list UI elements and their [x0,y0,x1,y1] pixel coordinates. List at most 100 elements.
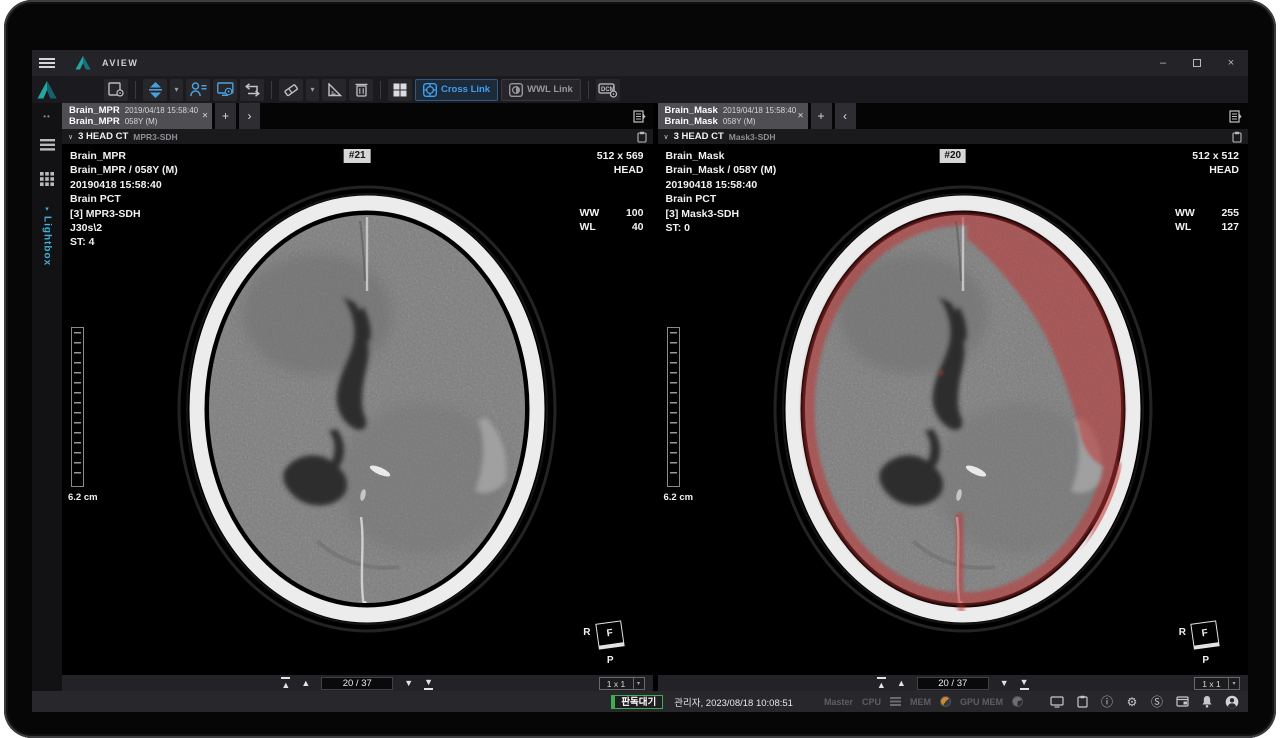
bell-icon [1201,695,1213,708]
series-header[interactable]: ∨ 3 HEAD CT MPR3-SDH [62,129,653,144]
delete-button[interactable] [349,79,373,101]
series-name-label: Mask3-SDH [729,132,776,142]
next-slice-button[interactable]: ▼ [404,678,413,688]
ct-viewport-right[interactable]: Brain_Mask Brain_Mask / 058Y (M) 2019041… [658,144,1249,674]
cpu-usage-icon [890,697,901,706]
previous-slice-button[interactable]: ▲ [897,678,906,688]
restore-button[interactable] [1180,50,1214,76]
series-panel-toggle-button[interactable] [627,103,653,129]
document-gear-icon [108,82,124,97]
slice-navbar: ▲ ▲ 20 / 37 ▼ ▼ 1 x 1 ▾ [62,674,653,691]
cross-link-button[interactable]: Cross Link [415,79,498,101]
series-count-label: 3 HEAD CT [674,131,724,142]
ct-viewport-left[interactable]: Brain_MPR Brain_MPR / 058Y (M) 20190418 … [62,144,653,674]
sort-arrows-icon [148,82,163,98]
sidebar-logo-tile[interactable] [32,76,62,103]
slice-counter-input[interactable]: 20 / 37 [917,677,989,690]
clipboard-button[interactable] [1074,695,1090,708]
list-view-button[interactable] [32,135,62,155]
chevron-down-icon: ∨ [664,133,669,141]
series-list-icon [1229,110,1242,123]
last-slice-button[interactable]: ▼ [1020,677,1029,690]
user-account-button[interactable] [1224,695,1240,709]
right-tabbar: Brain_Mask 2019/04/18 15:58:40 Brain_Mas… [658,103,1249,129]
main-menu-button[interactable] [32,50,62,76]
slice-counter-input[interactable]: 20 / 37 [321,677,393,690]
master-label: Master [824,697,853,707]
tab-close-icon[interactable]: × [202,111,208,122]
slice-number-badge: #20 [939,149,966,163]
orientation-cube: F [595,620,624,649]
user-datetime-label: 관리자, 2023/08/18 10:08:51 [674,695,793,709]
add-tab-button[interactable]: + [215,103,236,129]
tab-patient-name: Brain_MPR [69,116,120,127]
toolbar-separator [588,81,589,99]
collapse-dots-icon[interactable]: •• [43,112,51,121]
grid-view-button[interactable] [32,169,62,189]
sort-series-button[interactable] [143,79,167,101]
tab-brain-mask[interactable]: Brain_Mask 2019/04/18 15:58:40 Brain_Mas… [658,103,808,129]
sidebar-item-lightbox[interactable]: ▾ Lightbox [42,205,53,266]
eraser-dropdown-caret[interactable]: ▾ [306,79,319,101]
series-settings-button[interactable] [104,79,128,101]
measure-button[interactable] [322,79,346,101]
memory-gauge-icon [940,696,951,707]
cine-loop-button[interactable] [240,79,264,101]
slice-number-badge: #21 [344,149,371,163]
display-settings-button[interactable] [213,79,237,101]
tab-study-datetime: 2019/04/18 15:58:40 [723,105,796,116]
series-header[interactable]: ∨ 3 HEAD CT Mask3-SDH [658,129,1249,144]
eraser-button[interactable] [279,79,303,101]
status-badge: 판독대기 [611,695,663,709]
window-controls: – × [1146,50,1248,76]
wwl-link-button[interactable]: WWL Link [501,79,581,101]
close-button[interactable]: × [1214,50,1248,76]
first-slice-button[interactable]: ▲ [877,677,886,690]
gpu-mem-label: GPU MEM [960,697,1003,707]
eraser-icon [283,83,299,97]
next-slice-button[interactable]: ▼ [1000,678,1009,688]
sort-dropdown-caret[interactable]: ▾ [170,79,183,101]
ct-brain-image-masked [763,179,1163,639]
minimize-button[interactable]: – [1146,50,1180,76]
toolbar-separator [380,81,381,99]
clipboard-icon [1077,695,1088,708]
window-level-readout: WW255 WL127 [1175,206,1239,235]
previous-slice-button[interactable]: ▲ [301,678,310,688]
image-dimensions: 512 x 512 HEAD [1192,149,1239,178]
grid-layout-select[interactable]: 1 x 1 ▾ [1194,677,1240,690]
app-window: AVIEW – × •• [32,50,1248,712]
toolbar: ▾ [62,76,1248,103]
wwl-link-icon [509,83,523,97]
info-button[interactable]: ⓘ [1099,696,1115,708]
copy-icon[interactable] [1232,131,1242,143]
statusbar: 판독대기 관리자, 2023/08/18 10:08:51 Master CPU… [32,691,1248,712]
add-tab-button[interactable]: + [811,103,832,129]
list-icon [40,139,55,151]
window-layout-button[interactable] [1174,696,1190,707]
layout-button[interactable] [388,79,412,101]
dicom-tag-button[interactable]: DCM [596,79,620,101]
first-slice-button[interactable]: ▲ [281,677,290,690]
tab-brain-mpr[interactable]: Brain_MPR 2019/04/18 15:58:40 Brain_MPR … [62,103,212,129]
remote-display-button[interactable] [1049,696,1065,708]
notifications-button[interactable] [1199,695,1215,708]
tab-scroll-button[interactable]: ‹ [835,103,856,129]
cross-link-label: Cross Link [441,84,490,95]
image-metadata: Brain_Mask Brain_Mask / 058Y (M) 2019041… [666,149,777,235]
last-slice-button[interactable]: ▼ [424,677,433,690]
settings-button[interactable]: ⚙ [1124,696,1140,708]
trash-icon [355,82,368,97]
user-icon [1225,695,1239,709]
patient-info-button[interactable] [186,79,210,101]
tab-scroll-button[interactable]: › [239,103,260,129]
laptop-bezel: AVIEW – × •• [4,0,1276,738]
sync-status-button[interactable]: Ⓢ [1149,696,1165,708]
series-panel-toggle-button[interactable] [1222,103,1248,129]
chevron-down-icon: ▾ [633,678,644,689]
monitor-icon [1050,696,1064,708]
orientation-posterior-label: P [1202,655,1209,666]
copy-icon[interactable] [637,131,647,143]
grid-layout-select[interactable]: 1 x 1 ▾ [599,677,645,690]
tab-close-icon[interactable]: × [798,111,804,122]
